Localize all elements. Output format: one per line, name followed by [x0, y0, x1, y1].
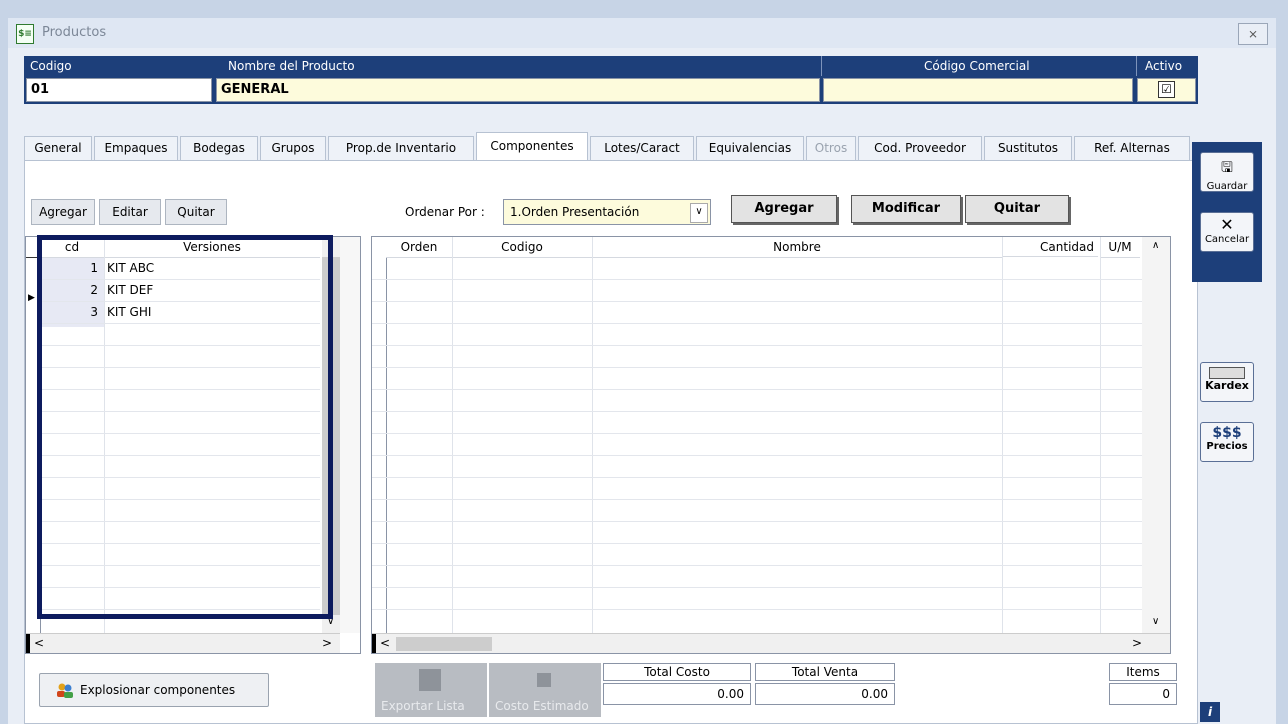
- close-icon: ✕: [1220, 215, 1234, 234]
- app-icon: $≡: [16, 24, 34, 44]
- products-window: $≡ Productos ⨯ Codigo Nombre del Product…: [8, 18, 1276, 724]
- window-title: Productos: [42, 25, 107, 40]
- scroll-left-icon[interactable]: <: [34, 636, 44, 650]
- activo-checkbox[interactable]: ☑: [1158, 81, 1175, 98]
- codigo-comercial-input[interactable]: [823, 78, 1133, 102]
- versions-hscrollbar[interactable]: < >: [26, 633, 340, 653]
- version-remove-button[interactable]: Quitar: [165, 199, 227, 225]
- tab-equivalencias[interactable]: Equivalencias: [696, 136, 804, 160]
- product-header-inputs: 01 GENERAL ☑: [24, 76, 1198, 104]
- explode-components-button[interactable]: Explosionar componentes: [39, 673, 269, 707]
- tab-componentes[interactable]: Componentes: [476, 132, 588, 162]
- estimate-icon: [537, 673, 551, 687]
- tab-cod-proveedor[interactable]: Cod. Proveedor: [858, 136, 982, 160]
- items-value: 0: [1109, 683, 1177, 705]
- export-label: Exportar Lista: [381, 699, 465, 713]
- keyboard-icon: [1209, 367, 1245, 379]
- users-icon: [56, 682, 74, 698]
- kardex-button[interactable]: Kardex: [1200, 362, 1254, 402]
- total-costo-label: Total Costo: [603, 663, 751, 681]
- activo-label: Activo: [1145, 59, 1183, 73]
- versions-highlight-box: [37, 235, 333, 619]
- col-codigo-header[interactable]: Codigo: [452, 237, 592, 258]
- tab-bodegas[interactable]: Bodegas: [180, 136, 258, 160]
- save-label: Guardar: [1206, 181, 1248, 192]
- scroll-right-icon[interactable]: >: [322, 636, 332, 650]
- title-bar: $≡ Productos ⨯: [8, 18, 1276, 48]
- total-venta-value: 0.00: [755, 683, 895, 705]
- cancel-button[interactable]: ✕ Cancelar: [1200, 212, 1254, 252]
- components-hscroll-thumb[interactable]: [396, 637, 492, 651]
- components-vscrollbar[interactable]: ∧ ∨: [1142, 237, 1170, 633]
- info-icon[interactable]: i: [1200, 702, 1220, 722]
- export-icon: [419, 669, 441, 691]
- col-cantidad-header[interactable]: Cantidad: [1002, 237, 1098, 257]
- tab-general[interactable]: General: [24, 136, 92, 160]
- prices-label: Precios: [1206, 441, 1248, 452]
- component-remove-button[interactable]: Quitar: [965, 195, 1069, 223]
- chevron-down-icon[interactable]: ∨: [690, 203, 708, 223]
- codigo-comercial-label: Código Comercial: [924, 59, 1030, 73]
- items-label: Items: [1109, 663, 1177, 681]
- nombre-input[interactable]: GENERAL: [216, 78, 820, 102]
- tab-prop-inventario[interactable]: Prop.de Inventario: [328, 136, 474, 160]
- save-button[interactable]: 🖫 Guardar: [1200, 152, 1254, 192]
- dollar-icon: $$$: [1212, 425, 1242, 441]
- codigo-input[interactable]: 01: [26, 78, 212, 102]
- tab-empaques[interactable]: Empaques: [94, 136, 178, 160]
- order-select[interactable]: 1.Orden Presentación ∨: [503, 199, 711, 225]
- prices-button[interactable]: $$$ Precios: [1200, 422, 1254, 462]
- floppy-icon: 🖫: [1221, 160, 1233, 176]
- tab-grupos[interactable]: Grupos: [260, 136, 326, 160]
- component-add-button[interactable]: Agregar: [731, 195, 837, 223]
- order-label: Ordenar Por :: [405, 205, 485, 219]
- explode-label: Explosionar componentes: [80, 683, 236, 697]
- component-row-selector: [372, 237, 387, 633]
- componentes-panel: Agregar Editar Quitar ▶ cd Versiones 1 K…: [24, 160, 1198, 724]
- version-edit-button[interactable]: Editar: [99, 199, 161, 225]
- cost-estimate-button: Costo Estimado: [489, 663, 601, 717]
- col-orden-header[interactable]: Orden: [386, 237, 452, 258]
- col-nombre-header[interactable]: Nombre: [592, 237, 1002, 258]
- order-select-value: 1.Orden Presentación: [510, 205, 640, 219]
- components-hscrollbar[interactable]: < >: [372, 633, 1170, 653]
- total-venta-label: Total Venta: [755, 663, 895, 681]
- current-row-pointer: ▶: [28, 293, 35, 303]
- component-modify-button[interactable]: Modificar: [851, 195, 961, 223]
- col-um-header[interactable]: U/M: [1100, 237, 1140, 258]
- components-grid: Orden Codigo Nombre Cantidad U/M ∧ ∨ < >: [371, 236, 1171, 654]
- product-header-labels: Codigo Nombre del Producto Código Comerc…: [24, 56, 1198, 76]
- nombre-label: Nombre del Producto: [228, 59, 355, 73]
- export-list-button: Exportar Lista: [375, 663, 487, 717]
- tab-ref-alternas[interactable]: Ref. Alternas: [1074, 136, 1190, 160]
- version-add-button[interactable]: Agregar: [31, 199, 95, 225]
- kardex-label: Kardex: [1205, 379, 1249, 392]
- tab-lotes-caract[interactable]: Lotes/Caract: [590, 136, 694, 160]
- sidebar-actions-panel: 🖫 Guardar ✕ Cancelar: [1192, 142, 1262, 282]
- tab-otros: Otros: [806, 136, 856, 160]
- tab-sustitutos[interactable]: Sustitutos: [984, 136, 1072, 160]
- cost-est-label: Costo Estimado: [495, 699, 589, 713]
- scroll-right-icon[interactable]: >: [1132, 636, 1142, 650]
- close-button[interactable]: ⨯: [1238, 23, 1268, 45]
- total-costo-value: 0.00: [603, 683, 751, 705]
- scroll-up-icon[interactable]: ∧: [1152, 240, 1159, 251]
- cancel-label: Cancelar: [1204, 234, 1250, 245]
- codigo-label: Codigo: [30, 59, 72, 73]
- scroll-left-icon[interactable]: <: [380, 636, 390, 650]
- scroll-down-icon[interactable]: ∨: [1152, 616, 1159, 627]
